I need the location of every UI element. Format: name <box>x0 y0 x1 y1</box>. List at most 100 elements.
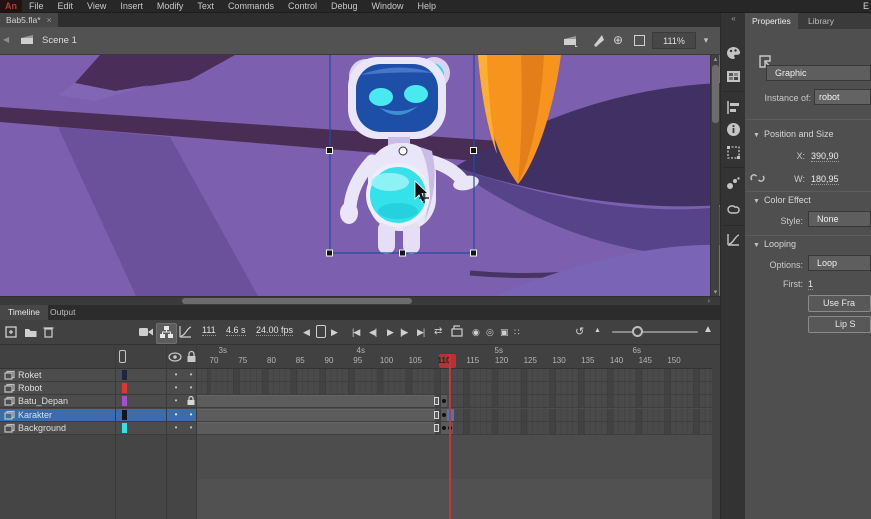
collapse-dock-icon[interactable]: « <box>721 14 746 23</box>
document-tab[interactable]: Bab5.fla* × <box>0 13 58 27</box>
w-value[interactable]: 180,95 <box>811 174 839 185</box>
playhead[interactable] <box>449 354 451 519</box>
color-panel-icon[interactable] <box>725 45 742 62</box>
layer-parenting-button[interactable] <box>156 323 177 344</box>
lip-syncing-button[interactable]: Lip S <box>808 316 871 333</box>
frame-row-background[interactable] <box>197 422 712 435</box>
menu-insert[interactable]: Insert <box>113 0 150 13</box>
marker-range-icon[interactable] <box>450 324 464 339</box>
menu-debug[interactable]: Debug <box>324 0 365 13</box>
first-frame-value[interactable]: 1 <box>808 279 813 290</box>
back-arrow-icon[interactable]: ◀ <box>3 35 9 44</box>
workspace-label-partial[interactable]: E <box>863 0 869 13</box>
zoom-in-frames-icon[interactable]: ▲ <box>703 324 713 335</box>
new-folder-icon[interactable] <box>23 324 38 339</box>
looping-section-header[interactable]: ▼Looping <box>753 239 796 249</box>
scroll-right-icon[interactable]: › <box>707 297 710 305</box>
layer-name[interactable]: Robot <box>18 383 42 393</box>
x-value[interactable]: 390,90 <box>811 151 839 162</box>
layer-visibility-toggle[interactable]: • <box>169 395 183 407</box>
menu-window[interactable]: Window <box>365 0 411 13</box>
frames-pane[interactable]: 3s4s5s6s 7075808590951001051101151201251… <box>197 345 712 519</box>
frame-row-batu_depan[interactable] <box>197 395 712 408</box>
go-to-first-frame-icon[interactable]: |◀ <box>352 324 359 340</box>
clip-content-icon[interactable] <box>634 35 645 46</box>
vertical-scroll-thumb[interactable] <box>712 65 719 123</box>
layer-name[interactable]: Karakter <box>18 410 52 420</box>
current-frame-value[interactable]: 111 <box>202 325 216 336</box>
timeline-scrollbar[interactable] <box>712 345 720 519</box>
symbol-type-dropdown[interactable]: Graphic <box>766 65 871 81</box>
frame-ruler[interactable]: 3s4s5s6s 7075808590951001051101151201251… <box>197 345 712 369</box>
stage-vertical-scrollbar[interactable]: ▴ ▾ <box>710 55 719 296</box>
layer-outline-color[interactable] <box>122 370 127 380</box>
layer-outline-color[interactable] <box>122 383 127 393</box>
menu-modify[interactable]: Modify <box>150 0 191 13</box>
frame-span[interactable] <box>197 422 435 434</box>
layer-outline-color[interactable] <box>122 423 127 433</box>
style-dropdown[interactable]: None <box>808 211 871 227</box>
layer-row-robot[interactable]: Robot•• <box>0 382 197 395</box>
layer-name[interactable]: Background <box>18 423 66 433</box>
layer-name[interactable]: Batu_Depan <box>18 396 68 406</box>
frame-span[interactable] <box>197 409 435 421</box>
position-size-section-header[interactable]: ▼Position and Size <box>753 129 833 139</box>
loop-playback-icon[interactable]: ⇄ <box>434 324 442 340</box>
layer-name[interactable]: Roket <box>18 370 42 380</box>
layer-row-karakter[interactable]: Karakter•• <box>0 409 197 422</box>
edit-symbols-icon[interactable] <box>592 33 607 47</box>
instance-name-field[interactable]: robot <box>814 89 871 105</box>
step-back-one-frame-icon[interactable]: ◀| <box>369 324 376 340</box>
new-layer-icon[interactable] <box>4 324 18 339</box>
layer-row-batu_depan[interactable]: Batu_Depan • <box>0 395 197 408</box>
broken-link-icon[interactable] <box>750 171 765 185</box>
tab-timeline[interactable]: Timeline <box>0 305 48 320</box>
visibility-column-eye-icon[interactable] <box>168 352 182 362</box>
swatches-panel-icon[interactable] <box>725 68 742 85</box>
end-frame-marker[interactable] <box>434 424 439 432</box>
keyframe-marker[interactable] <box>441 395 447 407</box>
edit-multiple-frames-icon[interactable]: ▣ <box>500 324 509 340</box>
stage-zoom-value[interactable]: 111% <box>652 32 696 49</box>
step-forward-one-frame-icon[interactable]: |▶ <box>400 324 407 340</box>
layer-visibility-toggle[interactable]: • <box>169 369 183 381</box>
cc-libraries-panel-icon[interactable] <box>725 201 742 218</box>
align-panel-icon[interactable] <box>725 99 742 116</box>
delete-layer-icon[interactable] <box>42 324 55 339</box>
elapsed-time-value[interactable]: 4.6 s <box>226 325 246 336</box>
play-icon[interactable]: ▶ <box>387 324 394 340</box>
tab-library[interactable]: Library <box>801 13 841 29</box>
frame-rate-value[interactable]: 24.00 fps <box>256 325 293 336</box>
go-to-last-frame-icon[interactable]: ▶| <box>417 324 424 340</box>
scroll-up-icon[interactable]: ▴ <box>711 55 720 63</box>
horizontal-scroll-thumb[interactable] <box>182 298 412 304</box>
close-icon[interactable]: × <box>47 15 52 25</box>
loop-options-dropdown[interactable]: Loop <box>808 255 871 271</box>
frame-span[interactable] <box>197 395 435 407</box>
loop-frame-icon[interactable] <box>316 325 326 338</box>
layer-visibility-toggle[interactable]: • <box>169 382 183 394</box>
frame-row-roket[interactable] <box>197 369 712 382</box>
brush-library-panel-icon[interactable] <box>725 175 742 192</box>
layer-outline-color[interactable] <box>122 410 127 420</box>
edit-scene-icon[interactable] <box>563 33 578 47</box>
menu-edit[interactable]: Edit <box>51 0 81 13</box>
reset-timeline-zoom-icon[interactable]: ↺ <box>575 324 584 340</box>
menu-file[interactable]: File <box>22 0 51 13</box>
zoom-out-frames-icon[interactable]: ▲ <box>594 327 601 334</box>
color-effect-section-header[interactable]: ▼Color Effect <box>753 195 811 205</box>
frame-row-karakter[interactable] <box>197 409 712 422</box>
frame-size-slider-track[interactable] <box>612 331 698 333</box>
end-frame-marker[interactable] <box>434 397 439 405</box>
layer-visibility-toggle[interactable]: • <box>169 422 183 434</box>
info-panel-icon[interactable] <box>725 121 742 138</box>
transform-panel-icon[interactable] <box>725 144 742 161</box>
camera-icon[interactable] <box>138 324 154 339</box>
use-frame-picker-button[interactable]: Use Fra <box>808 295 871 312</box>
scroll-down-icon[interactable]: ▾ <box>711 288 720 296</box>
motion-editor-panel-icon[interactable] <box>725 231 742 248</box>
menu-text[interactable]: Text <box>190 0 221 13</box>
layer-visibility-toggle[interactable]: • <box>169 409 183 421</box>
menu-help[interactable]: Help <box>411 0 444 13</box>
stage-canvas[interactable] <box>0 55 720 296</box>
